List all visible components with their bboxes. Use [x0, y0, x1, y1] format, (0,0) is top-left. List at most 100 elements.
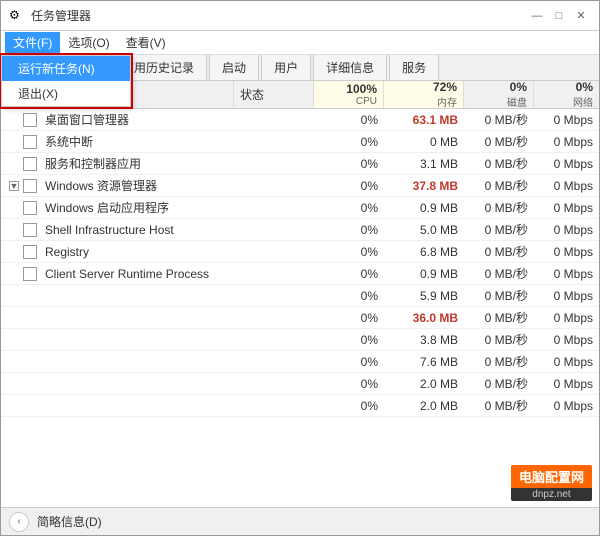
cell-cpu: 0%: [314, 267, 384, 281]
cell-network: 0 Mbps: [534, 135, 599, 149]
cell-memory: 5.0 MB: [384, 223, 464, 237]
cell-network: 0 Mbps: [534, 267, 599, 281]
cell-disk: 0 MB/秒: [464, 111, 534, 128]
cell-memory: 6.8 MB: [384, 245, 464, 259]
row-checkbox: [23, 201, 37, 215]
cell-memory: 63.1 MB: [384, 113, 464, 127]
cell-cpu: 0%: [314, 311, 384, 325]
process-table: 桌面窗口管理器 0% 63.1 MB 0 MB/秒 0 Mbps 系统中断 0%…: [1, 109, 599, 507]
col-header-memory[interactable]: 72% 内存: [384, 81, 464, 108]
menu-exit[interactable]: 退出(X): [2, 81, 130, 106]
title-buttons: — □ ✕: [527, 6, 591, 26]
cell-cpu: 0%: [314, 355, 384, 369]
expand-icon[interactable]: ▼: [9, 181, 19, 191]
cell-cpu: 0%: [314, 157, 384, 171]
cell-memory: 3.8 MB: [384, 333, 464, 347]
cell-disk: 0 MB/秒: [464, 265, 534, 282]
cell-disk: 0 MB/秒: [464, 353, 534, 370]
table-row[interactable]: Client Server Runtime Process 0% 0.9 MB …: [1, 263, 599, 285]
cell-cpu: 0%: [314, 289, 384, 303]
cell-disk: 0 MB/秒: [464, 287, 534, 304]
col-header-network[interactable]: 0% 网络: [534, 81, 599, 108]
cell-disk: 0 MB/秒: [464, 331, 534, 348]
menu-options[interactable]: 选项(O): [60, 32, 117, 54]
cell-memory: 7.6 MB: [384, 355, 464, 369]
col-header-cpu[interactable]: 100% CPU: [314, 81, 384, 108]
cell-memory: 0.9 MB: [384, 267, 464, 281]
table-row[interactable]: 服务和控制器应用 0% 3.1 MB 0 MB/秒 0 Mbps: [1, 153, 599, 175]
table-row[interactable]: 0% 2.0 MB 0 MB/秒 0 Mbps: [1, 395, 599, 417]
table-row[interactable]: 0% 7.6 MB 0 MB/秒 0 Mbps: [1, 351, 599, 373]
menu-view[interactable]: 查看(V): [118, 32, 174, 54]
cell-cpu: 0%: [314, 399, 384, 413]
cell-network: 0 Mbps: [534, 333, 599, 347]
row-checkbox: [23, 179, 37, 193]
table-row[interactable]: 桌面窗口管理器 0% 63.1 MB 0 MB/秒 0 Mbps: [1, 109, 599, 131]
cell-disk: 0 MB/秒: [464, 243, 534, 260]
cell-network: 0 Mbps: [534, 201, 599, 215]
cell-network: 0 Mbps: [534, 245, 599, 259]
row-checkbox: [23, 157, 37, 171]
maximize-button[interactable]: □: [549, 6, 569, 26]
cell-name: 系统中断: [1, 133, 234, 150]
tab-services[interactable]: 服务: [389, 54, 439, 80]
title-bar-left: ⚙ 任务管理器: [9, 7, 91, 24]
row-checkbox: [23, 113, 37, 127]
close-button[interactable]: ✕: [571, 6, 591, 26]
tab-details[interactable]: 详细信息: [313, 54, 387, 80]
status-label: 简略信息(D): [37, 513, 102, 530]
cell-disk: 0 MB/秒: [464, 309, 534, 326]
row-checkbox: [23, 223, 37, 237]
cell-memory: 2.0 MB: [384, 399, 464, 413]
menu-file[interactable]: 文件(F): [5, 32, 60, 54]
window-title: 任务管理器: [31, 7, 91, 24]
table-row[interactable]: 0% 5.9 MB 0 MB/秒 0 Mbps: [1, 285, 599, 307]
cell-disk: 0 MB/秒: [464, 177, 534, 194]
menu-run-new-task[interactable]: 运行新任务(N): [2, 56, 130, 81]
cell-name: ▼ Windows 资源管理器: [1, 177, 234, 194]
table-row[interactable]: ▼ Windows 资源管理器 0% 37.8 MB 0 MB/秒 0 Mbps: [1, 175, 599, 197]
minimize-button[interactable]: —: [527, 6, 547, 26]
cell-network: 0 Mbps: [534, 289, 599, 303]
cell-name: Shell Infrastructure Host: [1, 223, 234, 237]
cell-memory: 0.9 MB: [384, 201, 464, 215]
cell-name: Windows 启动应用程序: [1, 199, 234, 216]
cell-cpu: 0%: [314, 377, 384, 391]
cell-disk: 0 MB/秒: [464, 375, 534, 392]
cell-memory: 0 MB: [384, 135, 464, 149]
table-row[interactable]: 系统中断 0% 0 MB 0 MB/秒 0 Mbps: [1, 131, 599, 153]
task-manager-window: ⚙ 任务管理器 — □ ✕ 文件(F) 选项(O) 查看(V) 运行新任务(N)…: [0, 0, 600, 536]
cell-cpu: 0%: [314, 201, 384, 215]
cell-disk: 0 MB/秒: [464, 199, 534, 216]
cell-memory: 5.9 MB: [384, 289, 464, 303]
cell-network: 0 Mbps: [534, 113, 599, 127]
cell-cpu: 0%: [314, 333, 384, 347]
cell-disk: 0 MB/秒: [464, 133, 534, 150]
table-row[interactable]: Windows 启动应用程序 0% 0.9 MB 0 MB/秒 0 Mbps: [1, 197, 599, 219]
tab-users[interactable]: 用户: [261, 54, 311, 80]
cell-name: Registry: [1, 245, 234, 259]
cell-memory: 3.1 MB: [384, 157, 464, 171]
col-header-status[interactable]: 状态: [234, 81, 314, 108]
cell-cpu: 0%: [314, 113, 384, 127]
cell-network: 0 Mbps: [534, 377, 599, 391]
status-nav-prev[interactable]: ‹: [9, 512, 29, 532]
cell-network: 0 Mbps: [534, 223, 599, 237]
table-row[interactable]: 0% 3.8 MB 0 MB/秒 0 Mbps: [1, 329, 599, 351]
cell-network: 0 Mbps: [534, 355, 599, 369]
tab-startup[interactable]: 启动: [209, 54, 259, 80]
cell-memory: 37.8 MB: [384, 179, 464, 193]
table-row[interactable]: Shell Infrastructure Host 0% 5.0 MB 0 MB…: [1, 219, 599, 241]
table-row[interactable]: Registry 0% 6.8 MB 0 MB/秒 0 Mbps: [1, 241, 599, 263]
cell-disk: 0 MB/秒: [464, 221, 534, 238]
table-row[interactable]: 0% 2.0 MB 0 MB/秒 0 Mbps: [1, 373, 599, 395]
row-checkbox: [23, 267, 37, 281]
col-header-disk[interactable]: 0% 磁盘: [464, 81, 534, 108]
cell-cpu: 0%: [314, 179, 384, 193]
table-row[interactable]: 0% 36.0 MB 0 MB/秒 0 Mbps: [1, 307, 599, 329]
cell-network: 0 Mbps: [534, 399, 599, 413]
row-checkbox: [23, 135, 37, 149]
row-checkbox: [23, 245, 37, 259]
cell-cpu: 0%: [314, 223, 384, 237]
cell-name: Client Server Runtime Process: [1, 267, 234, 281]
